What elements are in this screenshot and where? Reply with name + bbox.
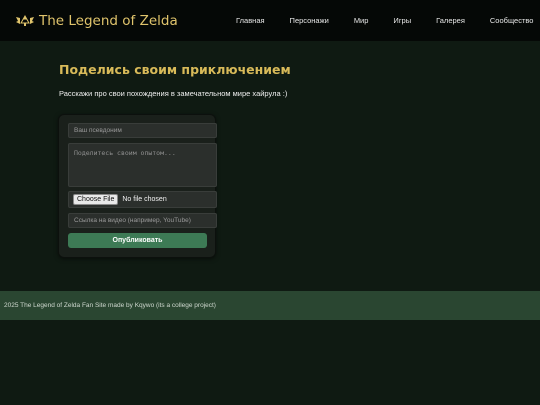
nickname-input[interactable]: Ваш псевдоним	[68, 123, 217, 138]
site-footer: 2025 The Legend of Zelda Fan Site made b…	[0, 291, 540, 320]
page-subtitle: Расскажи про свои похождения в замечател…	[59, 89, 288, 98]
file-upload-field: Choose File No file chosen	[68, 191, 217, 208]
site-logo[interactable]: The Legend of Zelda	[16, 13, 178, 29]
nav-home[interactable]: Главная	[236, 16, 265, 25]
choose-file-button[interactable]: Choose File	[73, 194, 119, 205]
video-link-input[interactable]: Ссылка на видео (например, YouTube)	[68, 213, 217, 228]
adventure-form: Ваш псевдоним Поделитесь своим опытом...…	[58, 114, 217, 258]
nav-games[interactable]: Игры	[393, 16, 411, 25]
triforce-wings-icon	[16, 14, 34, 26]
page-title: Поделись своим приключением	[59, 62, 291, 77]
nav-characters[interactable]: Персонажи	[290, 16, 329, 25]
story-textarea[interactable]: Поделитесь своим опытом...	[68, 143, 217, 187]
site-header: The Legend of Zelda Главная Персонажи Ми…	[0, 0, 540, 41]
footer-text: 2025 The Legend of Zelda Fan Site made b…	[4, 302, 216, 309]
publish-button[interactable]: Опубликовать	[68, 233, 207, 248]
nav-gallery[interactable]: Галерея	[436, 16, 465, 25]
file-status-text: No file chosen	[122, 196, 167, 203]
site-title: The Legend of Zelda	[39, 12, 178, 29]
nav-community[interactable]: Сообщество	[490, 16, 534, 25]
main-nav: Главная Персонажи Мир Игры Галерея Сообщ…	[236, 0, 533, 41]
nav-world[interactable]: Мир	[354, 16, 369, 25]
